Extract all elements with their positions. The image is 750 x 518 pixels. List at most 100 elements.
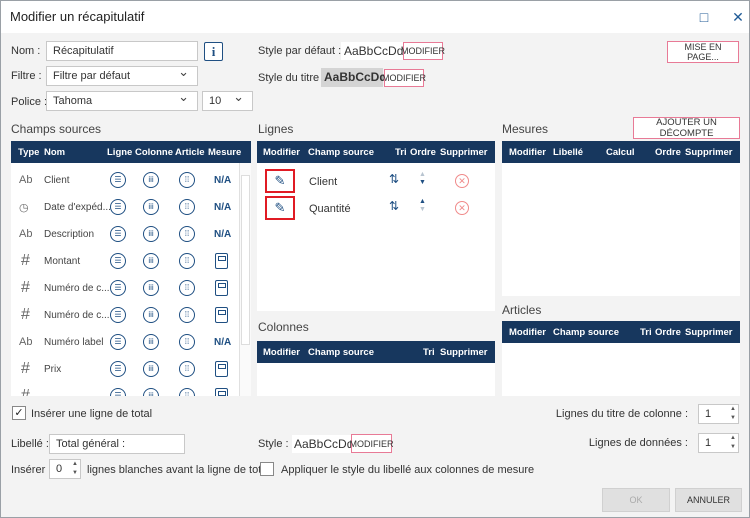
sort-icon[interactable]: ⇅ <box>389 199 399 213</box>
col-ordre: Ordre <box>655 147 681 158</box>
colonne-columns-icon[interactable]: iii <box>143 253 159 269</box>
libelle-label: Libellé : <box>11 438 49 450</box>
measure-na: N/A <box>214 337 232 348</box>
colonne-columns-icon[interactable]: iii <box>143 388 159 396</box>
colonne-columns-icon[interactable]: iii <box>143 307 159 323</box>
ligne-list-icon[interactable]: ☰ <box>110 334 126 350</box>
article-grid-icon[interactable]: ⁞⁞ <box>179 388 195 396</box>
col-ordre: Ordre <box>410 147 436 158</box>
edit-pencil-icon[interactable]: ✎ <box>265 169 295 193</box>
style-defaut-sample: AaBbCcDd <box>341 42 407 60</box>
delete-icon[interactable]: ✕ <box>455 174 469 188</box>
mise-en-page-button[interactable]: MISE EN PAGE... <box>667 41 739 63</box>
ajouter-decompte-button[interactable]: AJOUTER UN DÉCOMPTE <box>633 117 740 139</box>
article-grid-icon[interactable]: ⁞⁞ <box>179 280 195 296</box>
col-supprimer: Supprimer <box>440 347 488 358</box>
colonne-columns-icon[interactable]: iii <box>143 172 159 188</box>
col-modifier: Modifier <box>263 347 300 358</box>
colonne-columns-icon[interactable]: iii <box>143 199 159 215</box>
ligne-list-icon[interactable]: ☰ <box>110 361 126 377</box>
calculator-icon[interactable] <box>215 388 228 396</box>
modifier-style-button[interactable]: MODIFIER <box>350 434 394 453</box>
close-icon[interactable]: ✕ <box>728 7 748 27</box>
article-grid-icon[interactable]: ⁞⁞ <box>179 307 195 323</box>
ligne-list-icon[interactable]: ☰ <box>110 307 126 323</box>
spinner-arrows-icon[interactable]: ▲ ▼ <box>730 405 736 423</box>
scrollbar-thumb[interactable] <box>241 175 250 345</box>
calculator-icon[interactable] <box>215 307 228 323</box>
col-supprimer: Supprimer <box>685 327 733 338</box>
ligne-list-icon[interactable]: ☰ <box>110 226 126 242</box>
champs-row: # ☰ iii ⁞⁞ <box>11 383 239 396</box>
order-arrows-icon[interactable]: ▲ ▼ <box>419 198 426 214</box>
delete-icon[interactable]: ✕ <box>455 201 469 215</box>
order-arrows-icon[interactable]: ▲ ▼ <box>419 171 426 187</box>
col-modifier: Modifier <box>509 327 546 338</box>
col-champ-source: Champ source <box>308 147 374 158</box>
dialog-title: Modifier un récapitulatif <box>10 9 145 24</box>
calculator-icon[interactable] <box>215 280 228 296</box>
font-size-select[interactable]: 10 <box>202 91 253 111</box>
article-grid-icon[interactable]: ⁞⁞ <box>179 226 195 242</box>
total-checkbox[interactable]: ✓ <box>12 406 26 420</box>
champs-row: # Prix ☰ iii ⁞⁞ <box>11 356 239 383</box>
nom-input[interactable]: Récapitulatif <box>46 41 198 61</box>
maximize-icon[interactable]: □ <box>694 7 714 27</box>
donnees-value: 1 <box>705 437 712 449</box>
colonne-columns-icon[interactable]: iii <box>143 280 159 296</box>
spinner-arrows-icon[interactable]: ▲ ▼ <box>730 434 736 452</box>
titre-col-spinner[interactable]: 1 ▲ ▼ <box>698 404 739 424</box>
article-grid-icon[interactable]: ⁞⁞ <box>179 172 195 188</box>
calculator-icon[interactable] <box>215 361 228 377</box>
modifier-style-defaut-button[interactable]: MODIFIER <box>401 42 445 60</box>
type-icon: # <box>21 279 30 296</box>
colonne-columns-icon[interactable]: iii <box>143 361 159 377</box>
title-bar: Modifier un récapitulatif □ ✕ <box>1 1 749 33</box>
filtre-label: Filtre : <box>11 70 42 82</box>
col-colonne: Colonne <box>135 147 173 158</box>
field-name: Montant <box>44 256 81 267</box>
champs-table: Type Nom Ligne Colonne Article Mesure Ab… <box>11 141 251 396</box>
field-name: Date d'expéd... <box>44 202 111 213</box>
article-grid-icon[interactable]: ⁞⁞ <box>179 361 195 377</box>
filtre-select[interactable]: Filtre par défaut <box>46 66 198 86</box>
champs-row: Ab Description ☰ iii ⁞⁞ N/A <box>11 221 239 248</box>
annuler-button[interactable]: ANNULER <box>675 488 742 512</box>
article-grid-icon[interactable]: ⁞⁞ <box>179 253 195 269</box>
ligne-list-icon[interactable]: ☰ <box>110 388 126 396</box>
field-name: Prix <box>44 364 62 375</box>
ligne-list-icon[interactable]: ☰ <box>110 172 126 188</box>
ligne-list-icon[interactable]: ☰ <box>110 280 126 296</box>
row-source: Quantité <box>309 203 351 215</box>
police-select[interactable]: Tahoma <box>46 91 198 111</box>
field-name: Client <box>44 175 70 186</box>
appliquer-checkbox[interactable] <box>260 462 274 476</box>
sort-icon[interactable]: ⇅ <box>389 172 399 186</box>
champs-row: Ab Client ☰ iii ⁞⁞ N/A <box>11 167 239 194</box>
spinner-arrows-icon[interactable]: ▲ ▼ <box>72 460 78 478</box>
field-name: Numéro label <box>44 337 104 348</box>
colonne-columns-icon[interactable]: iii <box>143 226 159 242</box>
font-size-value: 10 <box>209 95 222 107</box>
ligne-list-icon[interactable]: ☰ <box>110 253 126 269</box>
style-titre-sample: AaBbCcDd <box>321 68 387 87</box>
info-icon[interactable]: i <box>204 42 223 61</box>
type-icon: # <box>21 360 30 377</box>
edit-pencil-icon[interactable]: ✎ <box>265 196 295 220</box>
style-titre-label: Style du titre : <box>258 72 326 84</box>
calculator-icon[interactable] <box>215 253 228 269</box>
donnees-spinner[interactable]: 1 ▲ ▼ <box>698 433 739 453</box>
article-grid-icon[interactable]: ⁞⁞ <box>179 334 195 350</box>
libelle-input[interactable]: Total général : <box>49 434 185 454</box>
inserer-spinner[interactable]: 0 ▲ ▼ <box>49 459 81 479</box>
col-nom: Nom <box>44 147 66 158</box>
colonne-columns-icon[interactable]: iii <box>143 334 159 350</box>
modifier-style-titre-button[interactable]: MODIFIER <box>382 69 426 87</box>
scrollbar[interactable] <box>239 163 251 396</box>
titre-col-label: Lignes du titre de colonne : <box>555 408 688 420</box>
col-champ-source: Champ source <box>553 327 619 338</box>
ok-button[interactable]: OK <box>602 488 670 512</box>
ligne-list-icon[interactable]: ☰ <box>110 199 126 215</box>
col-modifier: Modifier <box>263 147 300 158</box>
article-grid-icon[interactable]: ⁞⁞ <box>179 199 195 215</box>
